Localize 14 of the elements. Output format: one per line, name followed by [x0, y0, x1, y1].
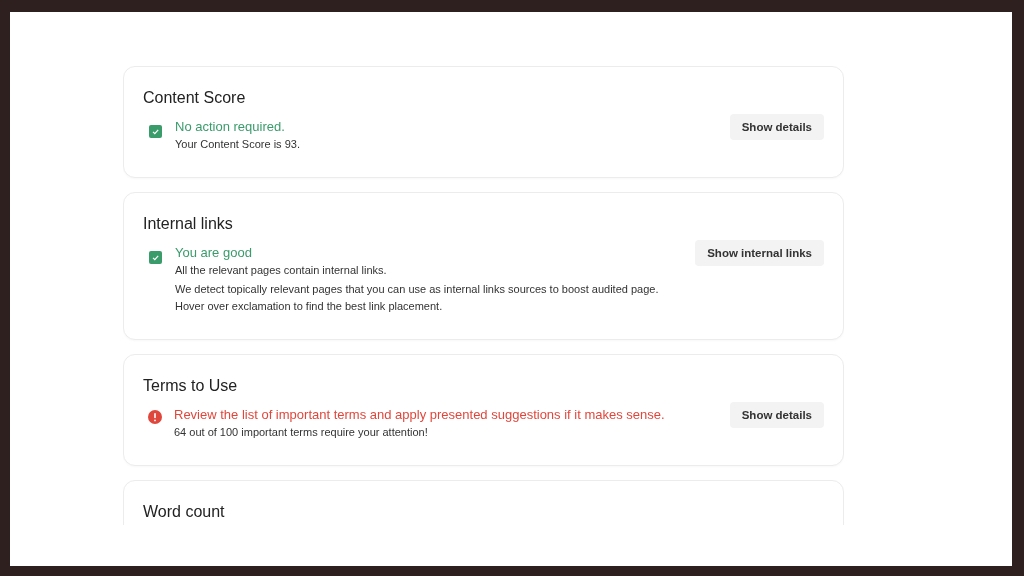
status-headline: No action required.: [175, 119, 286, 134]
status-text: 64 out of 100 important terms require your attention!: [174, 425, 429, 440]
show-button[interactable]: Show details: [729, 402, 824, 428]
section-title: Word count: [143, 503, 226, 521]
section-title: Terms to Use: [143, 377, 239, 395]
show-button[interactable]: Show internal links: [695, 240, 824, 266]
section-title: Content Score: [143, 89, 247, 107]
show-button[interactable]: Show details: [729, 114, 824, 140]
status-headline: You are good: [175, 245, 253, 260]
status-text: We detect topically relevant pages that you can use as internal links sources to boost audited page. Hover over exclamation to find the best link placement.: [175, 282, 660, 314]
status-text: All the relevant pages contain internal links.: [175, 263, 388, 278]
section-title: Internal links: [143, 215, 234, 233]
status-headline: Review the list of important terms and apply presented suggestions if it makes sense.: [174, 407, 666, 422]
status-text: Your Content Score is 93.: [175, 137, 301, 152]
